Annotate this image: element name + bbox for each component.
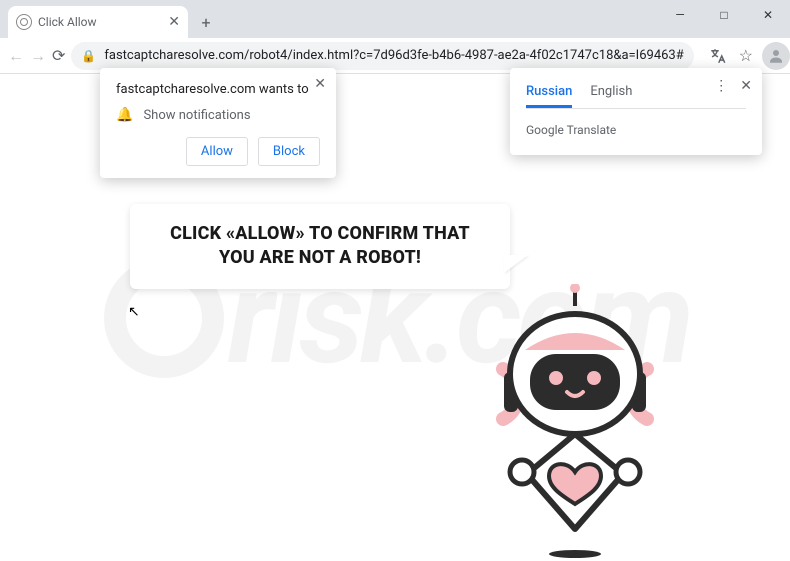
- address-bar[interactable]: 🔒 fastcaptcharesolve.com/robot4/index.ht…: [71, 42, 693, 70]
- tab-russian[interactable]: Russian: [526, 78, 572, 108]
- back-button[interactable]: ←: [8, 44, 24, 68]
- new-tab-button[interactable]: +: [192, 8, 220, 36]
- reload-button[interactable]: ⟳: [52, 44, 65, 68]
- notification-prompt: ✕ fastcaptcharesolve.com wants to 🔔 Show…: [100, 68, 336, 178]
- close-icon[interactable]: ✕: [168, 14, 180, 30]
- browser-tab[interactable]: Click Allow ✕: [8, 6, 188, 38]
- translate-icon[interactable]: [706, 44, 730, 68]
- profile-avatar[interactable]: [762, 42, 790, 70]
- translate-body: Google Translate: [526, 123, 746, 137]
- star-icon[interactable]: ☆: [734, 44, 758, 68]
- block-button[interactable]: Block: [258, 137, 320, 166]
- speech-text: CLICK «ALLOW» TO CONFIRM THAT YOU ARE NO…: [152, 222, 488, 271]
- prompt-line: Show notifications: [143, 108, 250, 123]
- minimize-button[interactable]: —: [658, 0, 702, 30]
- allow-button[interactable]: Allow: [186, 137, 248, 166]
- prompt-title: fastcaptcharesolve.com wants to: [116, 82, 320, 97]
- lock-icon: 🔒: [81, 49, 96, 63]
- close-window-button[interactable]: ✕: [746, 0, 790, 30]
- cursor-icon: ↖: [128, 304, 140, 320]
- close-icon[interactable]: ✕: [740, 78, 752, 94]
- window-controls: — □ ✕: [658, 0, 790, 30]
- close-icon[interactable]: ✕: [314, 76, 326, 92]
- titlebar: Click Allow ✕ + — □ ✕: [0, 0, 790, 38]
- speech-bubble: CLICK «ALLOW» TO CONFIRM THAT YOU ARE NO…: [130, 204, 510, 289]
- translate-popover: ⋮ ✕ Russian English Google Translate: [510, 68, 762, 155]
- bell-icon: 🔔: [116, 107, 133, 123]
- maximize-button[interactable]: □: [702, 0, 746, 30]
- globe-icon: [16, 14, 32, 30]
- menu-icon[interactable]: ⋮: [714, 78, 728, 94]
- tab-title: Click Allow: [38, 15, 162, 29]
- forward-button[interactable]: →: [30, 44, 46, 68]
- tab-english[interactable]: English: [590, 78, 632, 108]
- url-text: fastcaptcharesolve.com/robot4/index.html…: [104, 48, 683, 63]
- robot-illustration: [470, 284, 680, 561]
